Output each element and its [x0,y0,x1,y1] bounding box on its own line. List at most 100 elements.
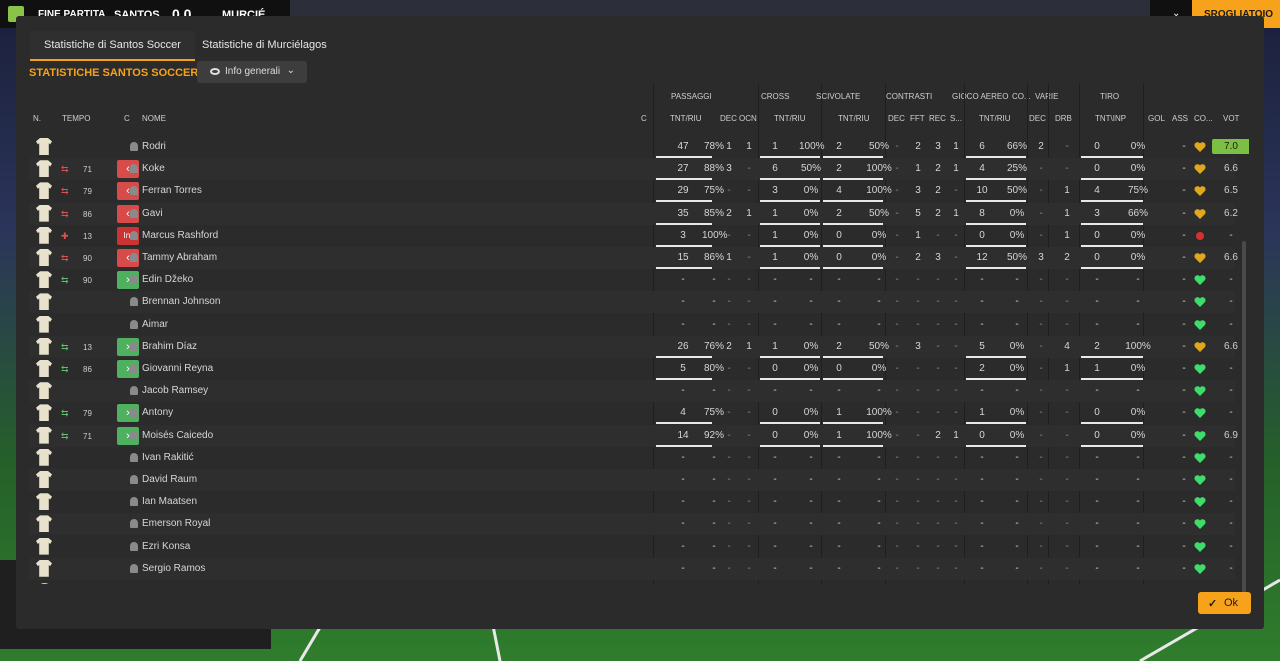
player-name[interactable]: Moisés Caicedo [142,430,213,441]
header-cross-tnt[interactable]: TNT/RIU [774,114,806,123]
tab-santos-stats[interactable]: Statistiche di Santos Soccer [30,31,195,61]
player-name[interactable]: Brennan Johnson [142,296,220,307]
player-name[interactable]: Aimar [142,319,168,330]
stat-cr-0: 1 [772,252,778,263]
stat-p-2: - [727,407,731,419]
header-gol[interactable]: GOL [1148,114,1165,123]
header-cross[interactable]: CROSS [761,92,789,101]
header-pass-tnt[interactable]: TNT/RIU [670,114,702,123]
header-varie[interactable]: VARIE [1035,92,1058,101]
table-row[interactable]: ✚ 13 Inf Marcus Rashford 3 100% - -1 0% 0 0% -1- -0 0… [29,225,1235,247]
table-row[interactable]: ⇆ 71 › Moisés Caicedo 14 92% - -0 0% 1 100% - -2 1 0 0%… [29,424,1238,447]
header-con-rec[interactable]: REC [929,114,946,123]
ok-button-label: Ok [1224,597,1239,609]
table-row[interactable]: Ivan Rakitić - - - - - - - - - - - - - - - - - - - - [29,447,1235,469]
player-name[interactable]: Ezri Konsa [142,541,190,552]
header-pass-dec[interactable]: DEC [720,114,737,123]
sub-in-arrow-icon: ⇆ [61,341,69,352]
stat-con-3: - [954,451,958,463]
header-c2[interactable]: C [641,114,647,123]
header-gioco-aereo[interactable]: GIOCO AEREO [952,92,1008,101]
header-scivolate[interactable]: SCIVOLATE [816,92,860,101]
table-row[interactable]: ⇆ 79 › Antony 4 75% - -0 0% 1 100% - - - -1 0% - -0 0% - - [29,402,1235,425]
stat-sc-0: - [837,518,841,530]
header-tempo[interactable]: TEMPO [62,114,90,123]
stat-con-3: - [954,518,958,530]
view-selector-dropdown[interactable]: Info generali ⌄ [197,61,307,83]
stat-ass: - [1182,229,1186,241]
header-contrasti[interactable]: CONTRASTI [886,92,932,101]
table-row[interactable]: David Raum - - - - - - - - - - - - - - - - - - - - [29,469,1235,491]
table-row[interactable]: ⇆ 86 › Giovanni Reyna 5 80% - -0 0% 0 0% - - - -2 0% -1 1… [29,358,1235,380]
player-name[interactable]: Edin Džeko [142,274,193,285]
header-con-fft[interactable]: FFT [910,114,925,123]
player-name[interactable]: Emerson Royal [142,518,210,529]
table-row[interactable]: Ezri Konsa - - - - - - - - - - - - - - - - - - - - [29,536,1235,558]
header-con-dec[interactable]: DEC [888,114,905,123]
table-row[interactable]: Sergio Ramos - - - - - - - - - - - - - - - - - - - - [29,557,1235,580]
stat-tiro-0: 0 [1094,141,1100,152]
header-c[interactable]: C [124,114,130,123]
player-name[interactable]: Sergio Ramos [142,563,205,574]
header-nome[interactable]: NOME [142,114,166,123]
player-name[interactable]: Giovanni Reyna [142,363,213,374]
player-rating: - [1229,229,1233,241]
player-name[interactable]: Ian Maatsen [142,496,197,507]
tab-murcielagos-stats[interactable]: Statistiche di Murciélagos [188,31,341,61]
table-row[interactable]: ⇆ 86 ‹ Gavi 35 85% 2 1 1 0% 2 50% -5 2 1 8 0% -1 3 66% -6.2 [29,202,1238,225]
header-passaggi[interactable]: PASSAGGI [671,92,712,101]
header-number[interactable]: N. [33,114,41,123]
table-row[interactable]: ⇆ 71 ‹ Koke 27 88% 3-6 50% 2 100% -1 2 1 4 25% - -0 0% -6.… [29,158,1238,181]
header-vot[interactable]: VOT [1223,114,1239,123]
stat-con-0: - [895,163,899,175]
player-name[interactable]: Gavi [142,208,163,219]
shirt-icon [36,249,52,266]
player-name[interactable]: Jacob Ramsey [142,385,208,396]
header-tiro-tnt[interactable]: TNT\INP [1095,114,1126,123]
table-row[interactable]: Aimar - - - - - - - - - - - - - - - - - - - - [29,314,1235,336]
stat-sc-0: 0 [836,229,842,241]
table-row[interactable]: Brennan Johnson - - - - - - - - - - - - - - - - - - - - [29,291,1235,314]
stat-tiro-0: - [1095,474,1099,485]
ok-button[interactable]: ✓ Ok [1198,592,1251,614]
heart-icon [1194,385,1206,397]
header-aer-tnt[interactable]: TNT/RIU [979,114,1011,123]
stat-p-2: 3 [726,163,732,175]
stat-sc-0: 2 [836,141,842,152]
stat-p-3: - [747,540,751,552]
table-row[interactable]: Emerson Royal - - - - - - - - - - - - - - - - - - - - [29,513,1235,536]
table-row[interactable]: Ian Maatsen - - - - - - - - - - - - - - - - - - - - [29,491,1235,513]
table-row[interactable]: ⇆ 79 ‹ Ferran Torres 29 75% - -3 0% 4 100% -3 2-10 50… [29,180,1238,203]
table-row[interactable]: ⇆ 90 › Edin Džeko - - - - - - - - - - - - - - - - - - - - [29,269,1235,291]
substitution-minute: 86 [83,209,92,219]
player-name[interactable]: Antony [142,407,173,418]
player-name[interactable]: Brahim Díaz [142,341,197,352]
header-condition[interactable]: CO... [1194,114,1213,123]
table-scrollbar[interactable] [1242,241,1246,597]
player-name[interactable]: David Raum [142,474,197,485]
stat-ass: - [1182,274,1186,286]
player-name[interactable]: Rodri [142,141,166,152]
header-pass-ocn[interactable]: OCN [739,114,757,123]
table-row[interactable]: ⇆ 13 › Brahim Díaz 26 76% 2 1 1 0% 2 50% -3- -5 0% -4 2 1… [29,335,1238,358]
header-var-drb[interactable]: DRB [1055,114,1072,123]
header-co-dec[interactable]: DEC [1029,114,1046,123]
header-con-s[interactable]: S... [950,114,962,123]
header-tiro[interactable]: TIRO [1100,92,1119,101]
player-name[interactable]: Ferran Torres [142,185,202,196]
stat-p-0: 27 [677,163,689,175]
table-row[interactable]: Fernando Muslera-------------------- [29,580,1235,584]
header-sciv-tnt[interactable]: TNT/RIU [838,114,870,123]
table-row[interactable]: Jacob Ramsey - - - - - - - - - - - - - - - - - - - - [29,380,1235,403]
player-name[interactable]: Tammy Abraham [142,252,217,263]
table-row[interactable]: Rodri 47 78% 1 1 1 100% 2 50% -2 3 1 6 66% 2-0 0% -7.0 [29,136,1249,158]
player-name[interactable]: Koke [142,163,165,174]
header-ass[interactable]: ASS [1172,114,1188,123]
stat-drb: - [1065,562,1069,574]
stat-tiro-1: 0% [1130,163,1146,175]
player-name[interactable]: Ivan Rakitić [142,452,194,463]
stat-aer-1: 0% [1009,407,1025,419]
player-name[interactable]: Marcus Rashford [142,230,218,241]
table-row[interactable]: ⇆ 90 ‹ Tammy Abraham 15 86% 1-1 0% 0 0% -2 3-12 50% 3… [29,247,1238,269]
stat-cr-0: 6 [772,163,778,175]
